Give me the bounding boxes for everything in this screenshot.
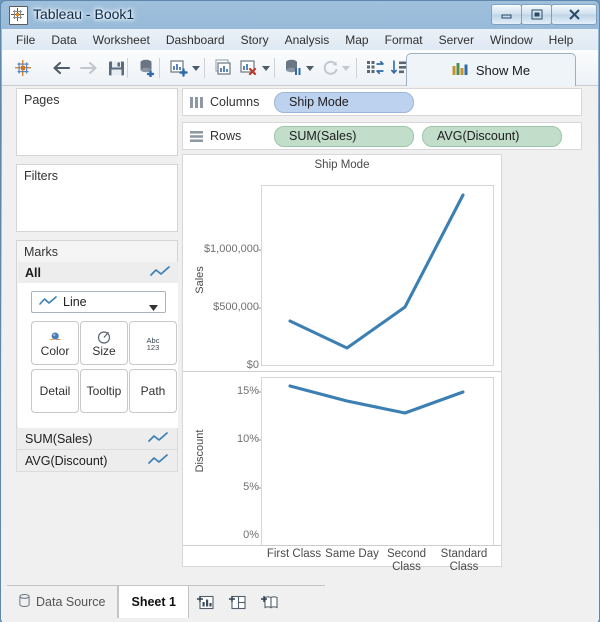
duplicate-sheet-icon[interactable] [210, 55, 236, 81]
menu-analysis[interactable]: Analysis [277, 31, 338, 49]
menu-dashboard[interactable]: Dashboard [158, 31, 233, 49]
line-mark-icon [148, 431, 168, 448]
tab-sheet-1-label: Sheet 1 [131, 595, 176, 609]
clear-sheet-icon[interactable] [236, 55, 262, 81]
marks-path-label: Path [140, 383, 166, 398]
tableau-logo-icon [9, 6, 28, 25]
new-worksheet-button[interactable] [189, 586, 221, 618]
status-bar: Data Source Sheet 1 [2, 581, 598, 622]
tab-data-source-label: Data Source [36, 595, 106, 609]
save-icon[interactable] [103, 55, 129, 81]
menu-map[interactable]: Map [337, 31, 376, 49]
menu-format[interactable]: Format [377, 31, 431, 49]
window-title: Tableau - Book1 [33, 6, 135, 22]
svg-text:123: 123 [147, 343, 160, 352]
menu-help[interactable]: Help [541, 31, 582, 49]
line-mark-icon [150, 265, 170, 282]
marks-measure-sum-sales-label: SUM(Sales) [25, 431, 93, 446]
menu-data[interactable]: Data [43, 31, 84, 49]
show-me-label: Show Me [475, 62, 531, 78]
show-me-chart-icon [452, 61, 469, 79]
marks-size-button[interactable]: Size [80, 321, 128, 365]
columns-icon [190, 96, 204, 108]
data-source-icon [19, 594, 30, 610]
marks-color-label: Color [40, 344, 70, 358]
pill-avg-discount[interactable]: AVG(Discount) [422, 125, 562, 147]
undo-arrow-icon[interactable] [48, 55, 74, 81]
tableau-home-icon[interactable] [10, 55, 36, 81]
size-circle-icon [96, 328, 113, 345]
marks-path-button[interactable]: Path [129, 369, 177, 413]
new-worksheet-dropdown-caret-icon[interactable] [190, 55, 201, 81]
clear-sheet-dropdown-caret-icon[interactable] [260, 55, 271, 81]
rows-shelf-label: Rows [210, 129, 242, 143]
marks-measure-avg-discount-label: AVG(Discount) [25, 453, 108, 468]
mark-type-dropdown[interactable]: Line [31, 291, 166, 313]
pill-ship-mode[interactable]: Ship Mode [274, 91, 414, 113]
new-story-button[interactable] [253, 586, 285, 618]
minimize-icon[interactable] [491, 4, 522, 25]
work-area: Pages Filters Marks All Line Color Size … [2, 86, 598, 581]
marks-detail-label: Detail [39, 383, 71, 398]
plot-area: Sales Discount $1,000,000 $500,000 $0 15… [183, 177, 501, 573]
title-bar: Tableau - Book1 [1, 1, 599, 29]
marks-color-button[interactable]: Color [31, 321, 79, 365]
marks-detail-button[interactable]: Detail [31, 369, 79, 413]
marks-all-row[interactable]: All [18, 262, 178, 284]
rows-icon [190, 130, 204, 142]
tab-data-source[interactable]: Data Source [7, 586, 119, 618]
left-panel: Pages Filters Marks All Line Color Size … [16, 86, 178, 581]
chart-svg [183, 185, 501, 546]
marks-label-button[interactable]: Abc 123 [129, 321, 177, 365]
marks-all-label: All [25, 265, 41, 280]
marks-card-body: Line Color Size Abc 123 Detail Tooltip P… [18, 283, 178, 428]
marks-tooltip-label: Tooltip [86, 383, 122, 398]
marks-measure-avg-discount[interactable]: AVG(Discount) [16, 450, 178, 472]
pause-auto-update-icon[interactable] [280, 55, 306, 81]
menu-file[interactable]: File [8, 31, 43, 49]
marks-card: Marks All Line Color Size Abc 123 Detail… [16, 240, 178, 428]
marks-card-title: Marks [24, 245, 59, 259]
new-data-source-icon[interactable] [134, 55, 160, 81]
menu-story[interactable]: Story [233, 31, 277, 49]
pause-dropdown-caret-icon[interactable] [304, 55, 315, 81]
mark-type-value: Line [63, 295, 87, 309]
menu-bar: File Data Worksheet Dashboard Story Anal… [2, 29, 598, 50]
show-me-button[interactable]: Show Me [406, 53, 576, 86]
maximize-icon[interactable] [521, 4, 552, 25]
columns-shelf-label: Columns [210, 95, 260, 109]
menu-server[interactable]: Server [431, 31, 482, 49]
tableau-window: Tableau - Book1 File Data Worksheet Dash… [0, 0, 600, 622]
menu-window[interactable]: Window [482, 31, 541, 49]
marks-size-label: Size [92, 344, 116, 358]
filters-card-title: Filters [24, 169, 59, 183]
chevron-down-icon [149, 300, 158, 314]
rows-shelf[interactable]: Rows SUM(Sales) AVG(Discount) [182, 122, 582, 150]
menu-worksheet[interactable]: Worksheet [85, 31, 158, 49]
right-panel: Columns Ship Mode Rows SUM(Sales) AVG(Di… [182, 86, 582, 581]
view-column-header-ship-mode: Ship Mode [314, 159, 370, 171]
refresh-dropdown-caret-icon[interactable] [340, 55, 351, 81]
line-mark-icon [39, 295, 57, 310]
filters-card[interactable]: Filters [16, 164, 178, 232]
new-dashboard-button[interactable] [221, 586, 253, 618]
color-palette-icon [46, 328, 65, 345]
redo-arrow-icon[interactable] [76, 55, 102, 81]
pill-sum-sales[interactable]: SUM(Sales) [274, 125, 414, 147]
worksheet-view[interactable]: Ship Mode Sales Discount $1,000,000 $500… [182, 154, 502, 573]
marks-tooltip-button[interactable]: Tooltip [80, 369, 128, 413]
close-icon[interactable] [551, 4, 597, 25]
pages-card[interactable]: Pages [16, 88, 178, 156]
columns-shelf[interactable]: Columns Ship Mode [182, 88, 582, 116]
tab-sheet-1[interactable]: Sheet 1 [118, 586, 189, 618]
abc-123-icon: Abc 123 [142, 335, 164, 352]
marks-measure-sum-sales[interactable]: SUM(Sales) [16, 428, 178, 450]
sheet-tab-strip: Data Source Sheet 1 [7, 585, 325, 618]
new-worksheet-icon[interactable] [166, 55, 192, 81]
pages-card-title: Pages [24, 93, 60, 107]
swap-rows-columns-icon[interactable] [362, 55, 388, 81]
line-mark-icon [148, 453, 168, 470]
